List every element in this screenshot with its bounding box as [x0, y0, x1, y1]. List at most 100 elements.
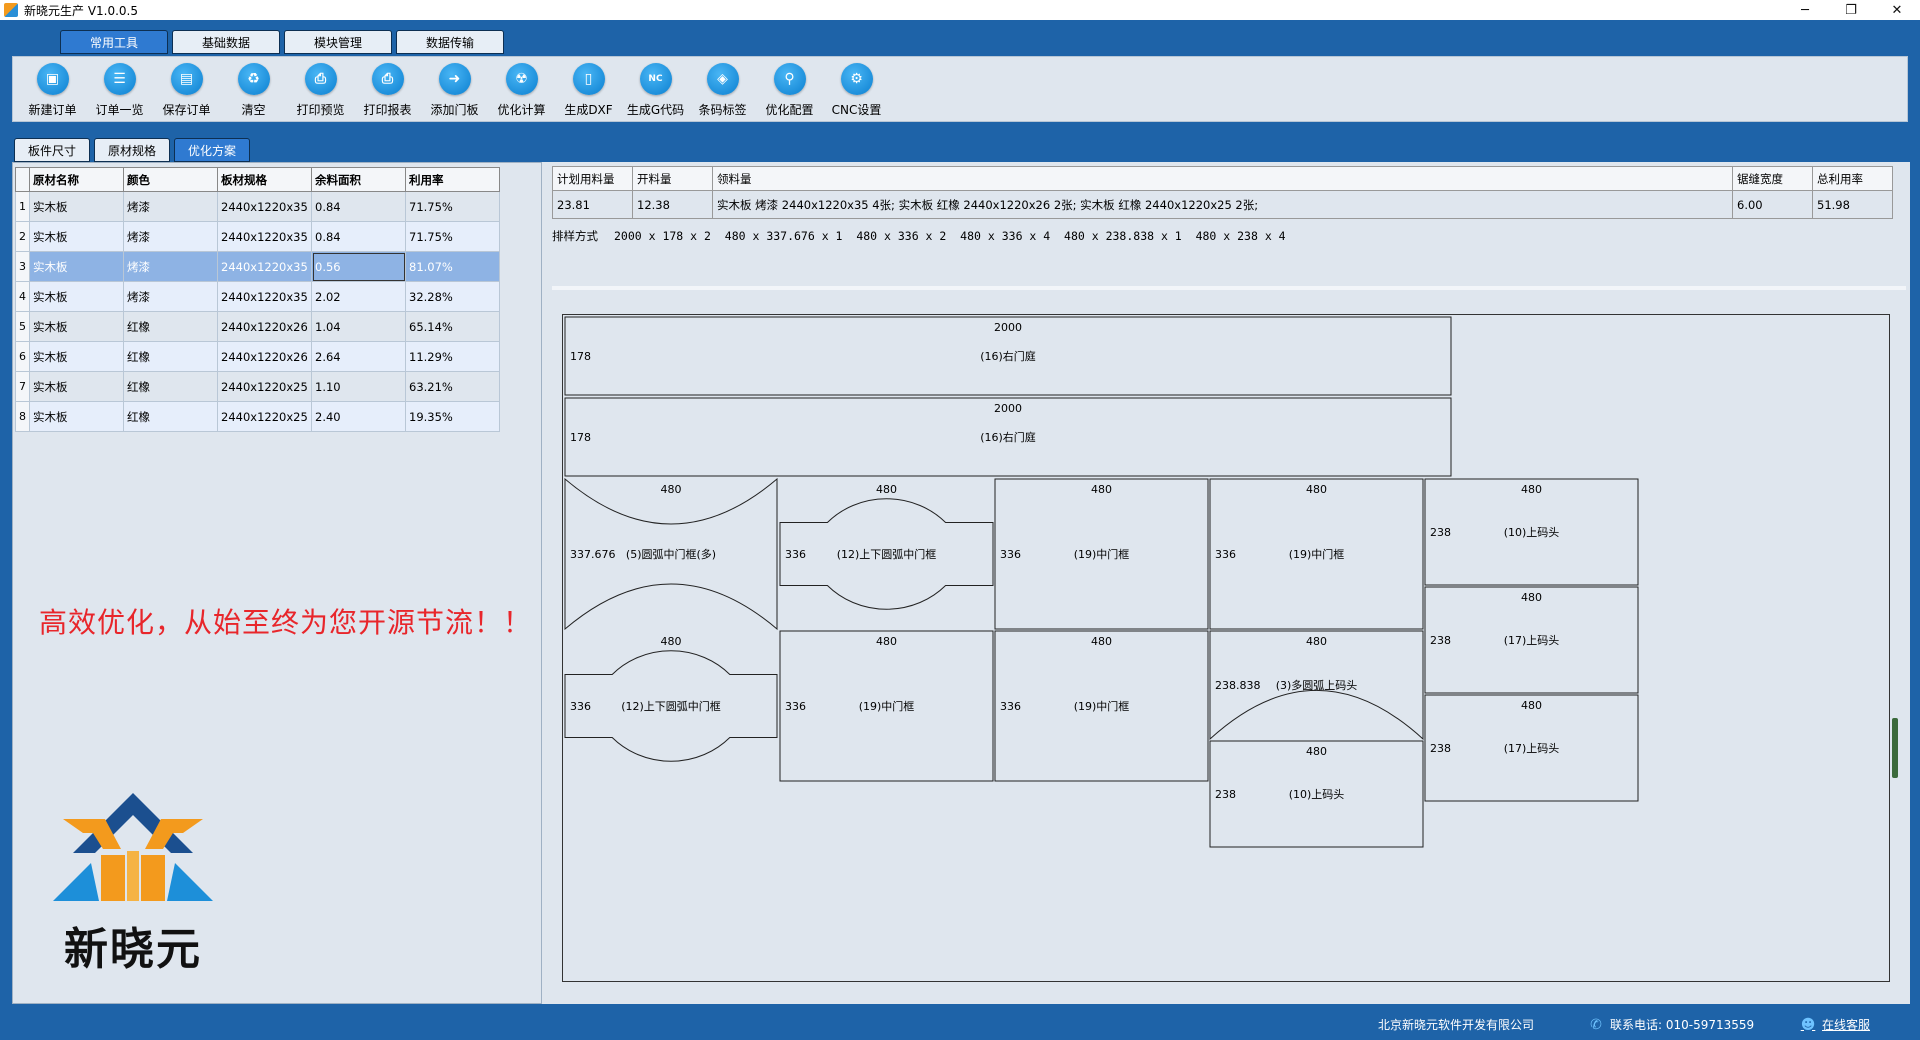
- cell-board-spec[interactable]: 2440x1220x35: [217, 251, 312, 282]
- row-number[interactable]: 6: [15, 341, 30, 372]
- cell-utilization[interactable]: 81.07%: [405, 251, 500, 282]
- cell-material-name[interactable]: 实木板: [29, 251, 124, 282]
- row-number[interactable]: 1: [15, 191, 30, 222]
- cell-remain-area[interactable]: 0.84: [311, 191, 406, 222]
- restore-button[interactable]: ❐: [1828, 0, 1874, 20]
- close-button[interactable]: ✕: [1874, 0, 1920, 20]
- cell-utilization[interactable]: 19.35%: [405, 401, 500, 432]
- cell-material-name[interactable]: 实木板: [29, 281, 124, 312]
- tab-module-management[interactable]: 模块管理: [284, 30, 392, 54]
- cell-remain-area[interactable]: 2.02: [311, 281, 406, 312]
- cell-material-name[interactable]: 实木板: [29, 341, 124, 372]
- toolbar-button-add-door[interactable]: ➜ 添加门板: [421, 57, 488, 121]
- layout-part[interactable]: 480 336 (12)上下圆弧中门框: [779, 483, 994, 610]
- toolbar-button-printer[interactable]: ⎙ 打印报表: [354, 57, 421, 121]
- layout-part[interactable]: 2000 178 (16)右门庭: [564, 316, 1452, 396]
- tab-panel-size[interactable]: 板件尺寸: [14, 138, 90, 162]
- tab-optimization-plan[interactable]: 优化方案: [174, 138, 250, 162]
- cell-utilization[interactable]: 63.21%: [405, 371, 500, 402]
- layout-part[interactable]: 480 238 (10)上码头: [1209, 740, 1424, 848]
- toolbar-button-nc-code[interactable]: NC 生成G代码: [622, 57, 689, 121]
- scrollbar-thumb[interactable]: [1892, 718, 1898, 778]
- table-row[interactable]: 6 实木板 红橡 2440x1220x26 2.64 11.29%: [15, 341, 500, 372]
- toolbar-button-save[interactable]: ▤ 保存订单: [153, 57, 220, 121]
- col-utilization[interactable]: 利用率: [405, 167, 500, 192]
- cutting-layout-sheet[interactable]: 2000 178 (16)右门庭 2000 178 (16)右门庭 480 337.676 (5…: [562, 314, 1890, 982]
- layout-part[interactable]: 480 337.676 (5)圆弧中门框(多): [564, 477, 778, 631]
- cell-material-name[interactable]: 实木板: [29, 311, 124, 342]
- table-row[interactable]: 8 实木板 红橡 2440x1220x25 2.40 19.35%: [15, 401, 500, 432]
- cell-color[interactable]: 红橡: [123, 371, 218, 402]
- row-number[interactable]: 3: [15, 251, 30, 282]
- table-row[interactable]: 5 实木板 红橡 2440x1220x26 1.04 65.14%: [15, 311, 500, 342]
- table-row[interactable]: 2 实木板 烤漆 2440x1220x35 0.84 71.75%: [15, 221, 500, 252]
- layout-part[interactable]: 480 336 (19)中门框: [994, 630, 1209, 782]
- row-number[interactable]: 8: [15, 401, 30, 432]
- cell-remain-area[interactable]: 0.84: [311, 221, 406, 252]
- cell-color[interactable]: 烤漆: [123, 191, 218, 222]
- layout-part[interactable]: 480 238 (10)上码头: [1424, 478, 1639, 586]
- cell-color[interactable]: 红橡: [123, 311, 218, 342]
- cell-board-spec[interactable]: 2440x1220x25: [217, 401, 312, 432]
- cell-material-name[interactable]: 实木板: [29, 191, 124, 222]
- toolbar-button-print-preview[interactable]: ⎙ 打印预览: [287, 57, 354, 121]
- tab-data-transfer[interactable]: 数据传输: [396, 30, 504, 54]
- layout-part[interactable]: 480 336 (12)上下圆弧中门框: [564, 635, 778, 762]
- layout-part[interactable]: 480 238 (17)上码头: [1424, 694, 1639, 802]
- summary-row[interactable]: 23.81 12.38 实木板 烤漆 2440x1220x35 4张; 实木板 …: [552, 190, 1893, 219]
- col-remain-area[interactable]: 余料面积: [311, 167, 406, 192]
- cell-board-spec[interactable]: 2440x1220x35: [217, 281, 312, 312]
- toolbar-button-barcode-tag[interactable]: ◈ 条码标签: [689, 57, 756, 121]
- cell-utilization[interactable]: 65.14%: [405, 311, 500, 342]
- layout-part[interactable]: 480 238.838 (3)多圆弧上码头: [1209, 630, 1424, 741]
- cell-color[interactable]: 烤漆: [123, 281, 218, 312]
- minimize-button[interactable]: ─: [1782, 0, 1828, 20]
- tab-base-data[interactable]: 基础数据: [172, 30, 280, 54]
- online-support-link[interactable]: ☻ 在线客服: [1800, 1016, 1870, 1033]
- cell-utilization[interactable]: 11.29%: [405, 341, 500, 372]
- toolbar-button-optimize[interactable]: ☢ 优化计算: [488, 57, 555, 121]
- row-number[interactable]: 5: [15, 311, 30, 342]
- cell-board-spec[interactable]: 2440x1220x25: [217, 371, 312, 402]
- cell-remain-area[interactable]: 2.40: [311, 401, 406, 432]
- layout-part[interactable]: 480 336 (19)中门框: [1209, 478, 1424, 630]
- cell-color[interactable]: 红橡: [123, 341, 218, 372]
- cell-remain-area[interactable]: 1.04: [311, 311, 406, 342]
- cell-utilization[interactable]: 71.75%: [405, 221, 500, 252]
- cell-board-spec[interactable]: 2440x1220x35: [217, 191, 312, 222]
- layout-part[interactable]: 2000 178 (16)右门庭: [564, 397, 1452, 477]
- cell-color[interactable]: 红橡: [123, 401, 218, 432]
- table-row[interactable]: 3 实木板 烤漆 2440x1220x35 0.56 81.07%: [15, 251, 500, 282]
- toolbar-button-optimize-config[interactable]: ⚲ 优化配置: [756, 57, 823, 121]
- cell-utilization[interactable]: 32.28%: [405, 281, 500, 312]
- cell-board-spec[interactable]: 2440x1220x26: [217, 341, 312, 372]
- toolbar-button-cnc-gear[interactable]: ⚙ CNC设置: [823, 57, 890, 121]
- cell-color[interactable]: 烤漆: [123, 221, 218, 252]
- toolbar-button-order-list[interactable]: ☰ 订单一览: [86, 57, 153, 121]
- col-board-spec[interactable]: 板材规格: [217, 167, 312, 192]
- col-material-name[interactable]: 原材名称: [29, 167, 124, 192]
- table-row[interactable]: 4 实木板 烤漆 2440x1220x35 2.02 32.28%: [15, 281, 500, 312]
- cell-material-name[interactable]: 实木板: [29, 221, 124, 252]
- tab-material-spec[interactable]: 原材规格: [94, 138, 170, 162]
- toolbar-button-trash[interactable]: ♻ 清空: [220, 57, 287, 121]
- col-color[interactable]: 颜色: [123, 167, 218, 192]
- cell-utilization[interactable]: 71.75%: [405, 191, 500, 222]
- toolbar-button-new-order[interactable]: ▣ 新建订单: [19, 57, 86, 121]
- cell-board-spec[interactable]: 2440x1220x35: [217, 221, 312, 252]
- row-number[interactable]: 7: [15, 371, 30, 402]
- cell-remain-area[interactable]: 2.64: [311, 341, 406, 372]
- row-number[interactable]: 4: [15, 281, 30, 312]
- cell-remain-area[interactable]: 1.10: [311, 371, 406, 402]
- table-row[interactable]: 7 实木板 红橡 2440x1220x25 1.10 63.21%: [15, 371, 500, 402]
- cell-material-name[interactable]: 实木板: [29, 371, 124, 402]
- cell-board-spec[interactable]: 2440x1220x26: [217, 311, 312, 342]
- row-number[interactable]: 2: [15, 221, 30, 252]
- layout-part[interactable]: 480 336 (19)中门框: [779, 630, 994, 782]
- layout-part[interactable]: 480 238 (17)上码头: [1424, 586, 1639, 694]
- table-row[interactable]: 1 实木板 烤漆 2440x1220x35 0.84 71.75%: [15, 191, 500, 222]
- toolbar-button-dxf-file[interactable]: ▯ 生成DXF: [555, 57, 622, 121]
- cell-color[interactable]: 烤漆: [123, 251, 218, 282]
- tab-common-tools[interactable]: 常用工具: [60, 30, 168, 54]
- cell-material-name[interactable]: 实木板: [29, 401, 124, 432]
